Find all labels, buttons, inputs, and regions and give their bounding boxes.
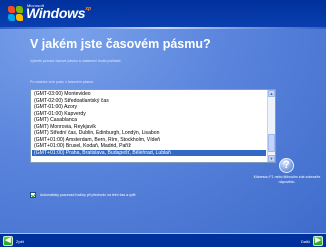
help-text[interactable]: Klávesou F1 nebo kliknutím zde zobrazíte… (252, 175, 322, 185)
next-label[interactable]: Další (301, 239, 310, 244)
scroll-thumb[interactable] (268, 134, 275, 152)
timezone-rows: (GMT-03:00) Montevideo (GMT-02:00) Středo… (32, 91, 266, 156)
back-button[interactable]: ◀ Zpět (3, 236, 24, 246)
navigation-bar: ◀ Zpět Další ▶ (0, 233, 326, 247)
dst-checkbox-label: Automaticky posunout hodiny při přechodu… (40, 193, 136, 197)
content-panel: V jakém jste časovém pásmu? Vyberte pomo… (0, 29, 326, 233)
scroll-up-button[interactable]: ▲ (268, 90, 275, 97)
brand-maker: Microsoft (27, 3, 45, 8)
back-label[interactable]: Zpět (16, 239, 24, 244)
next-button[interactable]: Další ▶ (301, 236, 323, 246)
brand-suffix: xp (85, 6, 92, 12)
back-arrow-icon[interactable]: ◀ (3, 236, 13, 246)
page-title: V jakém jste časovém pásmu? (30, 37, 211, 51)
windows-logo: Microsoft Windowsxp (8, 3, 92, 23)
timezone-scrollbar[interactable]: ▲ ▼ (267, 90, 275, 162)
timezone-list-label: Po ukázání více pozic v časovém pásmu: (30, 80, 95, 84)
header-bar: Microsoft Windowsxp (0, 0, 326, 27)
page-subtitle: Vyberte pomocí časové pásmo a nastavení … (30, 59, 122, 63)
next-arrow-icon[interactable]: ▶ (313, 236, 323, 246)
scroll-down-button[interactable]: ▼ (268, 155, 275, 162)
dst-checkbox[interactable] (30, 192, 36, 198)
help-icon[interactable]: ? (279, 158, 294, 173)
timezone-listbox[interactable]: (GMT-03:00) Montevideo (GMT-02:00) Středo… (30, 89, 276, 163)
dst-option[interactable]: Automaticky posunout hodiny při přechodu… (30, 192, 136, 198)
timezone-option[interactable]: (GMT+01:00) Praha, Bratislava, Budapešť,… (32, 149, 266, 156)
windows-flag-icon (8, 6, 23, 21)
